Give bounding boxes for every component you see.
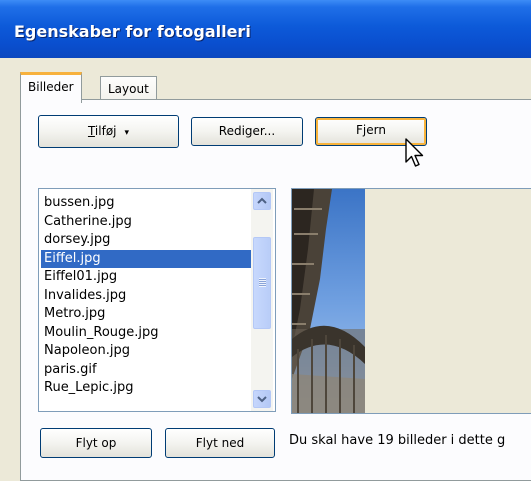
list-item-selected[interactable]: Eiffel.jpg — [41, 249, 251, 268]
chevron-up-icon[interactable] — [253, 192, 271, 210]
list-item[interactable]: Moulin_Rouge.jpg — [41, 324, 251, 343]
chevron-down-icon[interactable] — [253, 390, 271, 408]
scrollbar-thumb[interactable] — [253, 237, 271, 329]
list-item[interactable]: dorsey.jpg — [41, 231, 251, 250]
add-button-accelerator: T — [87, 124, 95, 138]
list-item[interactable]: Metro.jpg — [41, 305, 251, 324]
add-button-label: ilføj — [94, 124, 117, 138]
list-item[interactable]: paris.gif — [41, 361, 251, 380]
list-scrollbar[interactable] — [251, 189, 273, 411]
tab-billeder[interactable]: Billeder — [20, 72, 82, 103]
window-title: Egenskaber for fotogalleri — [14, 22, 251, 41]
mouse-pointer-icon — [405, 138, 424, 167]
eiffel-thumbnail-image — [292, 189, 365, 413]
grip-icon — [259, 278, 266, 287]
title-bar: Egenskaber for fotogalleri — [0, 0, 531, 58]
list-item[interactable]: Eiffel01.jpg — [41, 268, 251, 287]
move-up-button[interactable]: Flyt op — [40, 428, 152, 458]
list-item[interactable]: Rue_Lepic.jpg — [41, 379, 251, 398]
list-item[interactable]: bussen.jpg — [41, 194, 251, 213]
list-item[interactable]: Invalides.jpg — [41, 287, 251, 306]
image-preview — [291, 188, 531, 414]
edit-button[interactable]: Rediger... — [191, 117, 303, 146]
list-item[interactable]: Catherine.jpg — [41, 213, 251, 232]
tab-layout[interactable]: Layout — [100, 76, 157, 101]
status-text: Du skal have 19 billeder i dette g — [289, 433, 506, 448]
file-listbox[interactable]: bussen.jpg Catherine.jpg dorsey.jpg Eiff… — [38, 188, 276, 412]
list-item[interactable]: Napoleon.jpg — [41, 342, 251, 361]
file-list: bussen.jpg Catherine.jpg dorsey.jpg Eiff… — [41, 194, 251, 398]
add-button[interactable]: Tilføj ▾ — [38, 115, 179, 148]
dropdown-arrow-icon: ▾ — [124, 128, 130, 138]
move-down-button[interactable]: Flyt ned — [165, 428, 275, 458]
